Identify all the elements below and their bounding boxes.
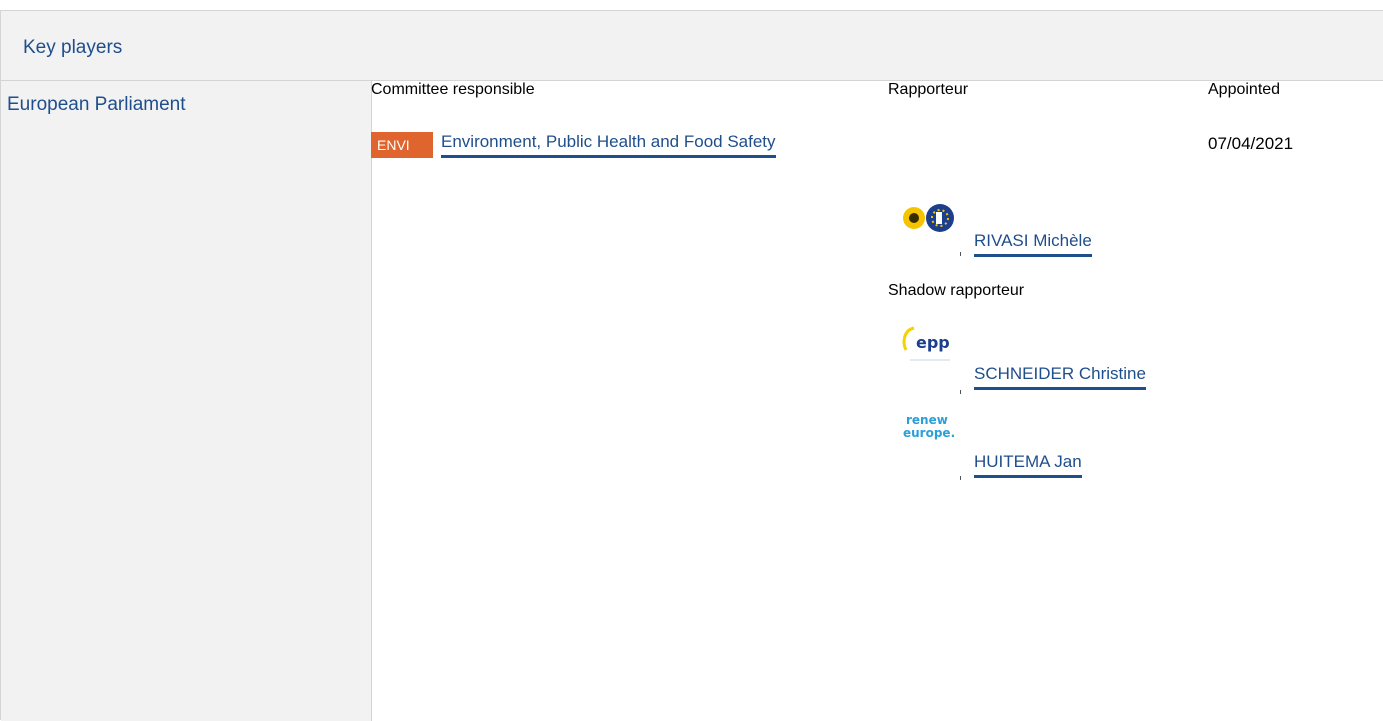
appointed-column-header: Appointed [1208, 81, 1281, 98]
committee-column-header: Committee responsible [371, 81, 535, 98]
shadow-rapporteur-label: Shadow rapporteur [888, 282, 1025, 299]
epp-logo-icon: epp [900, 322, 962, 378]
rapporteur-column-header: Rapporteur [888, 81, 969, 98]
committee-link[interactable]: Environment, Public Health and Food Safe… [441, 132, 776, 158]
committee-badge: ENVI [371, 132, 433, 158]
shadow-rapporteur-link[interactable]: HUITEMA Jan [974, 452, 1082, 478]
key-players-panel: Key players European Parliament [0, 10, 1383, 721]
svg-text:europe.: europe. [903, 426, 955, 440]
logo-caption-mark [960, 390, 961, 394]
greens-efa-logo-icon [900, 200, 962, 256]
rapporteur-link[interactable]: RIVASI Michèle [974, 231, 1092, 257]
svg-text:epp: epp [916, 333, 950, 352]
institution-name: European Parliament [7, 94, 186, 115]
shadow-rapporteur-link[interactable]: SCHNEIDER Christine [974, 364, 1146, 390]
renew-europe-logo-icon: renew europe. [900, 406, 962, 462]
svg-text:renew: renew [906, 413, 948, 427]
panel-title: Key players [23, 37, 123, 58]
logo-caption-mark [960, 476, 961, 480]
panel-header: Key players [1, 11, 1383, 81]
appointed-date: 07/04/2021 [1208, 134, 1294, 153]
logo-caption-mark [960, 252, 961, 256]
institution-column: European Parliament [1, 81, 372, 721]
